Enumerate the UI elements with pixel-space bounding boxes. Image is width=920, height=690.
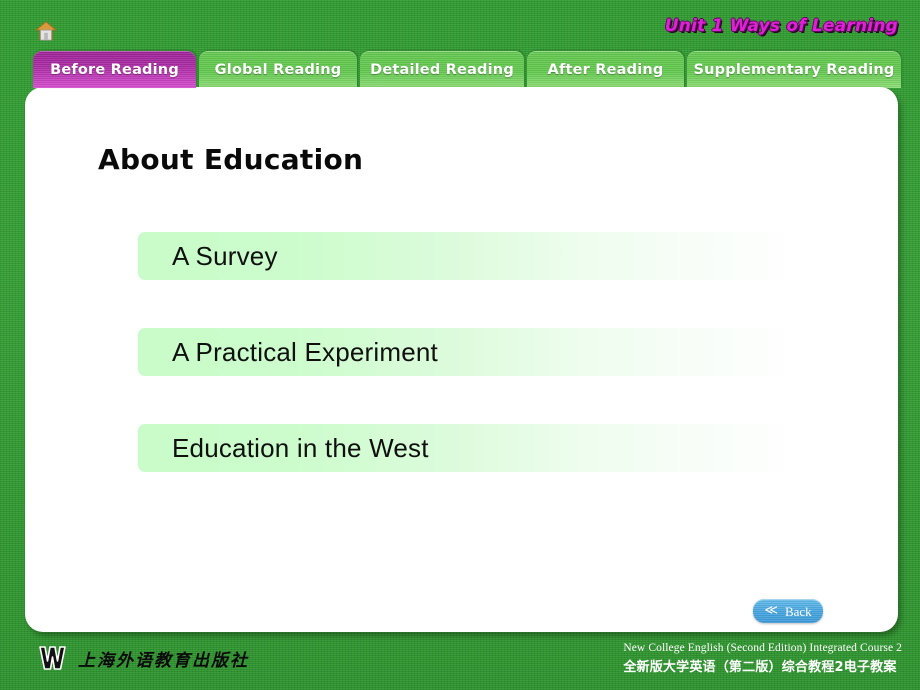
tab-label: Detailed Reading [370,61,514,78]
page-title: About Education [98,143,364,176]
slide-canvas: Unit 1 Ways of Learning Before Reading Gl… [0,0,920,690]
tab-global-reading[interactable]: Global Reading [199,51,357,88]
course-title-cn: 全新版大学英语（第二版）综合教程2电子教案 [623,660,897,675]
topic-label: Education in the West [172,432,429,463]
publisher-name: 上海外语教育出版社 [78,650,249,671]
content-panel: About Education A Survey A Practical Exp… [25,87,898,632]
home-icon[interactable] [34,21,58,41]
topic-label: A Practical Experiment [172,336,438,367]
tab-after-reading[interactable]: After Reading [527,51,684,88]
back-button-label: Back [784,603,812,619]
footer-band: 上海外语教育出版社 New College English (Second Ed… [0,632,920,690]
tab-label: Global Reading [214,61,342,78]
course-info: New College English (Second Edition) Int… [623,642,902,675]
double-chevron-left-icon: ≪ [764,603,778,618]
topic-item-a-survey[interactable]: A Survey [138,232,833,280]
course-title-en: New College English (Second Edition) Int… [623,642,902,654]
tab-before-reading[interactable]: Before Reading [33,51,196,88]
tab-bar: Before Reading Global Reading Detailed Rea… [0,51,920,88]
topic-label: A Survey [172,240,278,271]
publisher-branding: 上海外语教育出版社 [38,645,249,671]
topic-item-a-practical-experiment[interactable]: A Practical Experiment [138,328,833,376]
unit-title: Unit 1 Ways of Learning [664,16,898,36]
tab-label: Before Reading [50,61,179,78]
tab-supplementary-reading[interactable]: Supplementary Reading [687,51,901,88]
tab-label: After Reading [547,61,664,78]
publisher-logo-icon [38,645,70,671]
back-button[interactable]: ≪ Back [753,599,823,623]
top-header-band: Unit 1 Ways of Learning [0,0,920,52]
tab-detailed-reading[interactable]: Detailed Reading [360,51,524,88]
tab-label: Supplementary Reading [693,61,895,78]
topic-item-education-in-the-west[interactable]: Education in the West [138,424,833,472]
